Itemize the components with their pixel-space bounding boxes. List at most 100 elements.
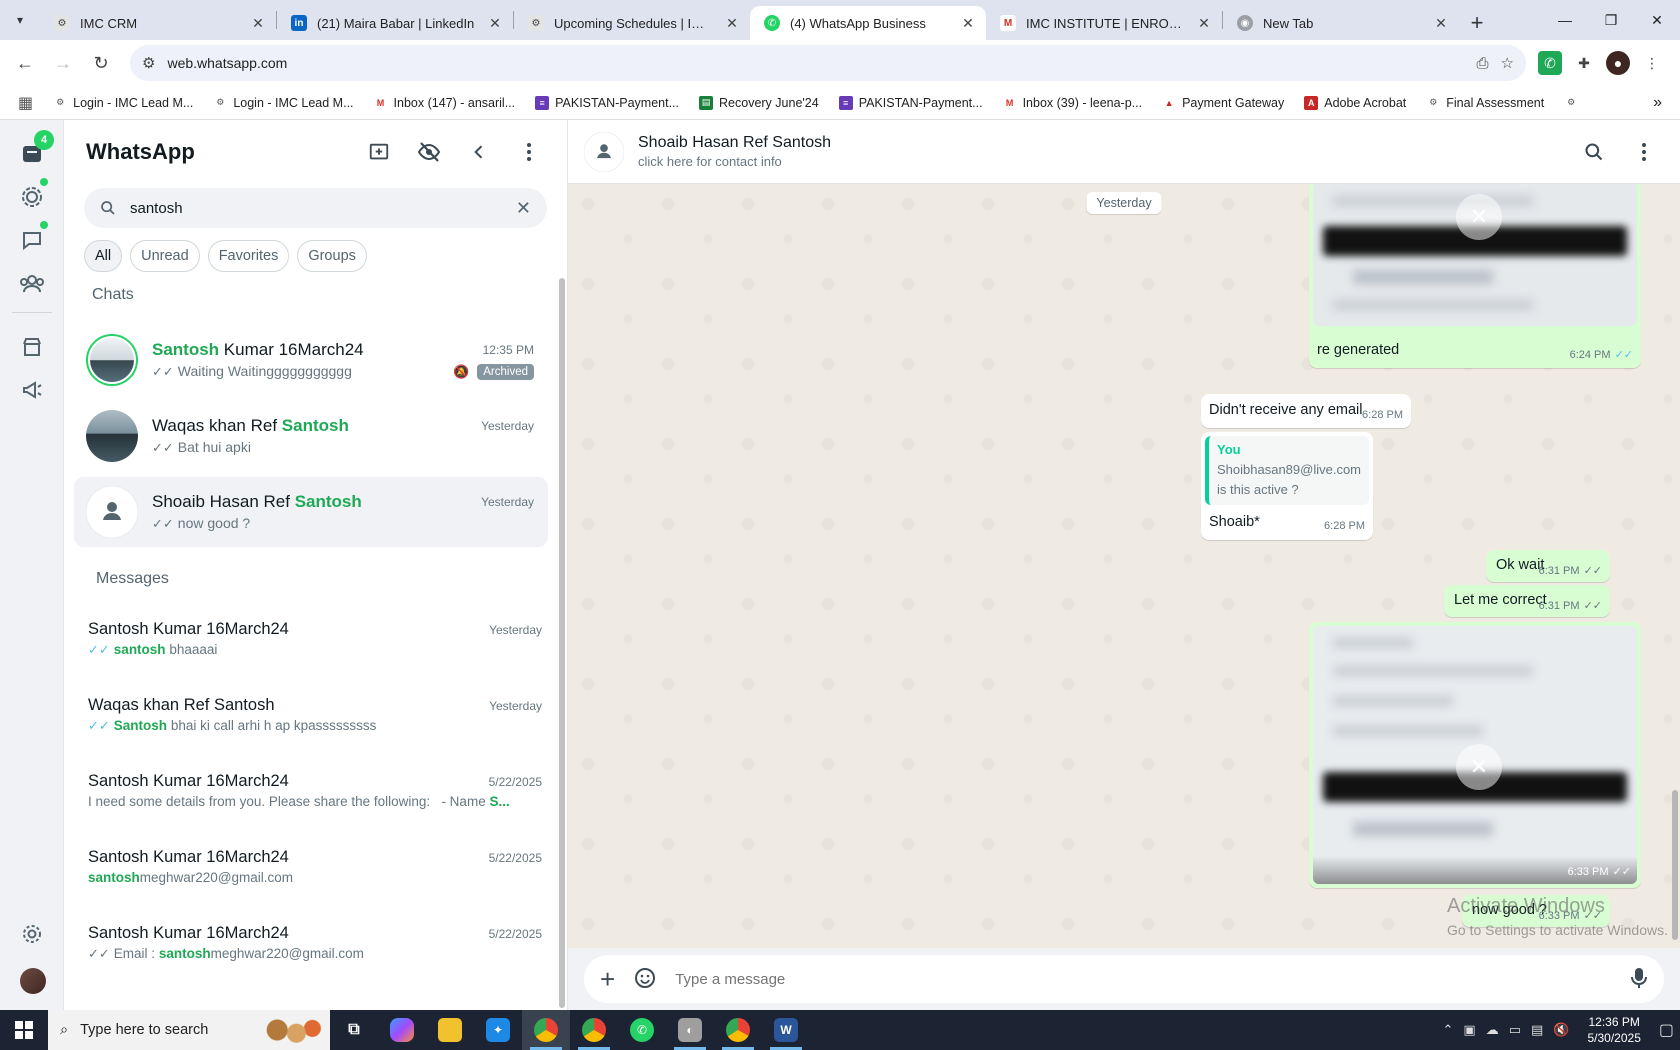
bookmark-item[interactable]: M Inbox (147) - ansaril... [366,96,524,110]
incoming-message[interactable]: Didn't receive any email 6:28 PM [1201,394,1411,428]
url-text[interactable]: web.whatsapp.com [167,55,1464,71]
message-result-item[interactable]: Santosh Kumar 16March24 Yesterday ✓✓ santo… [88,620,542,690]
menu-kebab-icon[interactable] [509,132,549,172]
outgoing-message[interactable]: Let me correct 6:31 PM ✓✓ [1444,585,1610,617]
minimize-icon[interactable]: — [1542,0,1588,40]
tab-close-icon[interactable]: ✕ [724,15,740,32]
task-view-icon[interactable]: ⧉ [330,1010,378,1050]
back-icon[interactable]: ← [8,46,42,80]
tray-overflow-chevron-icon[interactable]: ⌃ [1443,1022,1454,1038]
bookmark-item[interactable]: ⚙ Login - IMC Lead M... [205,96,361,110]
bookmark-item[interactable]: A Adobe Acrobat [1296,95,1414,110]
network-icon[interactable]: ▤ [1531,1022,1543,1038]
forward-icon[interactable]: → [46,46,80,80]
outgoing-message[interactable]: Ok wait 6:31 PM ✓✓ [1486,550,1610,582]
bookmark-star-icon[interactable]: ☆ [1501,54,1514,72]
sticker-emoji-icon[interactable] [633,966,657,993]
chrome-taskbar-icon[interactable] [522,1010,570,1050]
search-box[interactable]: ✕ [84,188,547,228]
catalog-store-icon[interactable] [16,331,48,363]
tab-whatsapp-business[interactable]: ✆ (4) WhatsApp Business ✕ [750,6,986,40]
chat-item-waqas-khan[interactable]: Waqas khan Ref Santosh Yesterday ✓✓ Bat h… [74,401,548,471]
chat-list-scrollbar[interactable] [559,278,565,1008]
system-clock[interactable]: 12:36 PM 5/30/2025 [1579,1014,1648,1046]
blurred-image[interactable]: ✕ [1313,184,1637,326]
browser-menu-icon[interactable]: ⋮ [1640,51,1664,75]
tab-upcoming-schedules[interactable]: ⚙ Upcoming Schedules | IMC Cer ✕ [514,6,750,40]
whatsapp-taskbar-icon[interactable]: ✆ [618,1010,666,1050]
site-info-icon[interactable]: ⚙ [142,54,155,72]
clear-search-icon[interactable]: ✕ [516,198,531,219]
word-icon[interactable]: W [762,1010,810,1050]
bookmark-item[interactable]: M Inbox (39) - leena-p... [995,96,1151,110]
tab-close-icon[interactable]: ✕ [487,15,503,32]
tab-linkedin[interactable]: in (21) Maira Babar | LinkedIn ✕ [277,6,513,40]
tab-search-menu-icon[interactable]: ▾ [0,0,40,40]
hide-eye-slash-icon[interactable] [409,132,449,172]
message-result-item[interactable]: Santosh Kumar 16March24 5/22/2025 I need … [88,772,542,842]
contact-default-avatar-icon[interactable] [584,131,624,172]
bookmark-item[interactable]: ▤ Recovery June'24 [691,95,827,110]
apps-grid-icon[interactable]: ▦ [10,93,41,113]
profile-avatar-icon[interactable]: ● [1606,51,1630,75]
bookmark-item[interactable]: ≡ PAKISTAN-Payment... [527,95,687,110]
address-bar[interactable]: ⚙ web.whatsapp.com ⎙ ☆ [130,45,1526,81]
cancel-download-icon[interactable]: ✕ [1456,194,1502,240]
filter-unread[interactable]: Unread [130,240,200,272]
bookmark-item[interactable]: ≡ PAKISTAN-Payment... [831,95,991,110]
taskbar-search[interactable]: ⌕ Type here to search [48,1010,330,1050]
contact-info-hint[interactable]: click here for contact info [638,154,831,169]
app-icon[interactable]: ✦ [474,1010,522,1050]
quoted-message[interactable]: You Shoibhasan89@live.com is this active… [1205,436,1369,505]
advertise-megaphone-icon[interactable] [16,374,48,406]
microphone-icon[interactable] [1630,966,1648,993]
search-in-chat-icon[interactable] [1574,132,1614,172]
tab-imc-crm[interactable]: ⚙ IMC CRM ✕ [40,6,276,40]
restore-icon[interactable]: ❐ [1588,0,1634,40]
bookmark-item[interactable]: ⚙ Login - IMC Lead M... [45,96,201,110]
message-result-item[interactable]: Santosh Kumar 16March24 5/22/2025 santosh… [88,848,542,918]
whatsapp-extension-icon[interactable]: ✆ [1538,51,1562,75]
message-result-item[interactable]: Santosh Kumar 16March24 5/22/2025 ✓✓ Email… [88,924,542,994]
display-icon[interactable]: ▭ [1509,1022,1521,1038]
tab-close-icon[interactable]: ✕ [250,15,266,32]
chat-item-shoaib-hasan[interactable]: Shoaib Hasan Ref Santosh Yesterday ✓✓ now… [74,477,548,547]
bookmark-item[interactable]: ▲ Payment Gateway [1154,96,1292,110]
outgoing-message[interactable]: now good ? 6:33 PM ✓✓ [1462,895,1610,927]
conversation-header[interactable]: Shoaib Hasan Ref Santosh click here for … [568,120,1680,184]
cancel-download-icon[interactable]: ✕ [1456,744,1502,790]
tab-close-icon[interactable]: ✕ [1433,15,1449,32]
search-input[interactable] [130,199,502,217]
install-app-icon[interactable]: ⎙ [1477,55,1489,72]
message-result-item[interactable]: Waqas khan Ref Santosh Yesterday ✓✓ Santos… [88,696,542,766]
attach-plus-icon[interactable]: + [600,964,615,995]
tab-imc-enrollment[interactable]: M IMC INSTITUTE | ENROLLMENT ✕ [986,6,1222,40]
tab-close-icon[interactable]: ✕ [960,15,976,32]
outgoing-image-message[interactable]: ✕ re generated 6:24 PM ✓✓ [1309,184,1641,368]
message-input[interactable] [675,970,1612,988]
reload-icon[interactable]: ↻ [84,46,118,80]
copilot-icon[interactable] [378,1010,426,1050]
chrome-taskbar-icon[interactable] [714,1010,762,1050]
outgoing-image-message[interactable]: ✕ 6:33 PM ✓✓ [1309,622,1641,888]
chat-menu-kebab-icon[interactable] [1624,132,1664,172]
extensions-puzzle-icon[interactable]: ✚ [1572,51,1596,75]
profile-avatar[interactable] [20,968,46,994]
bookmarks-overflow-icon[interactable]: » [1645,94,1670,112]
app-icon[interactable]: ◐ [666,1010,714,1050]
chrome-taskbar-icon[interactable] [570,1010,618,1050]
close-window-icon[interactable]: ✕ [1634,0,1680,40]
new-chat-icon[interactable] [359,132,399,172]
tab-new-tab[interactable]: ◉ New Tab ✕ [1223,6,1459,40]
volume-muted-icon[interactable]: 🔇 [1553,1022,1569,1038]
blurred-image[interactable]: ✕ 6:33 PM ✓✓ [1313,626,1637,884]
tab-close-icon[interactable]: ✕ [1196,15,1212,32]
communities-icon[interactable] [16,268,48,300]
filter-all[interactable]: All [84,240,123,272]
settings-gear-icon[interactable] [16,918,48,950]
filter-groups[interactable]: Groups [297,240,367,272]
bookmark-item[interactable]: ⚙ [1556,96,1586,110]
file-explorer-icon[interactable] [426,1010,474,1050]
windows-start-icon[interactable] [0,1010,48,1050]
onedrive-cloud-icon[interactable]: ☁ [1486,1022,1499,1038]
